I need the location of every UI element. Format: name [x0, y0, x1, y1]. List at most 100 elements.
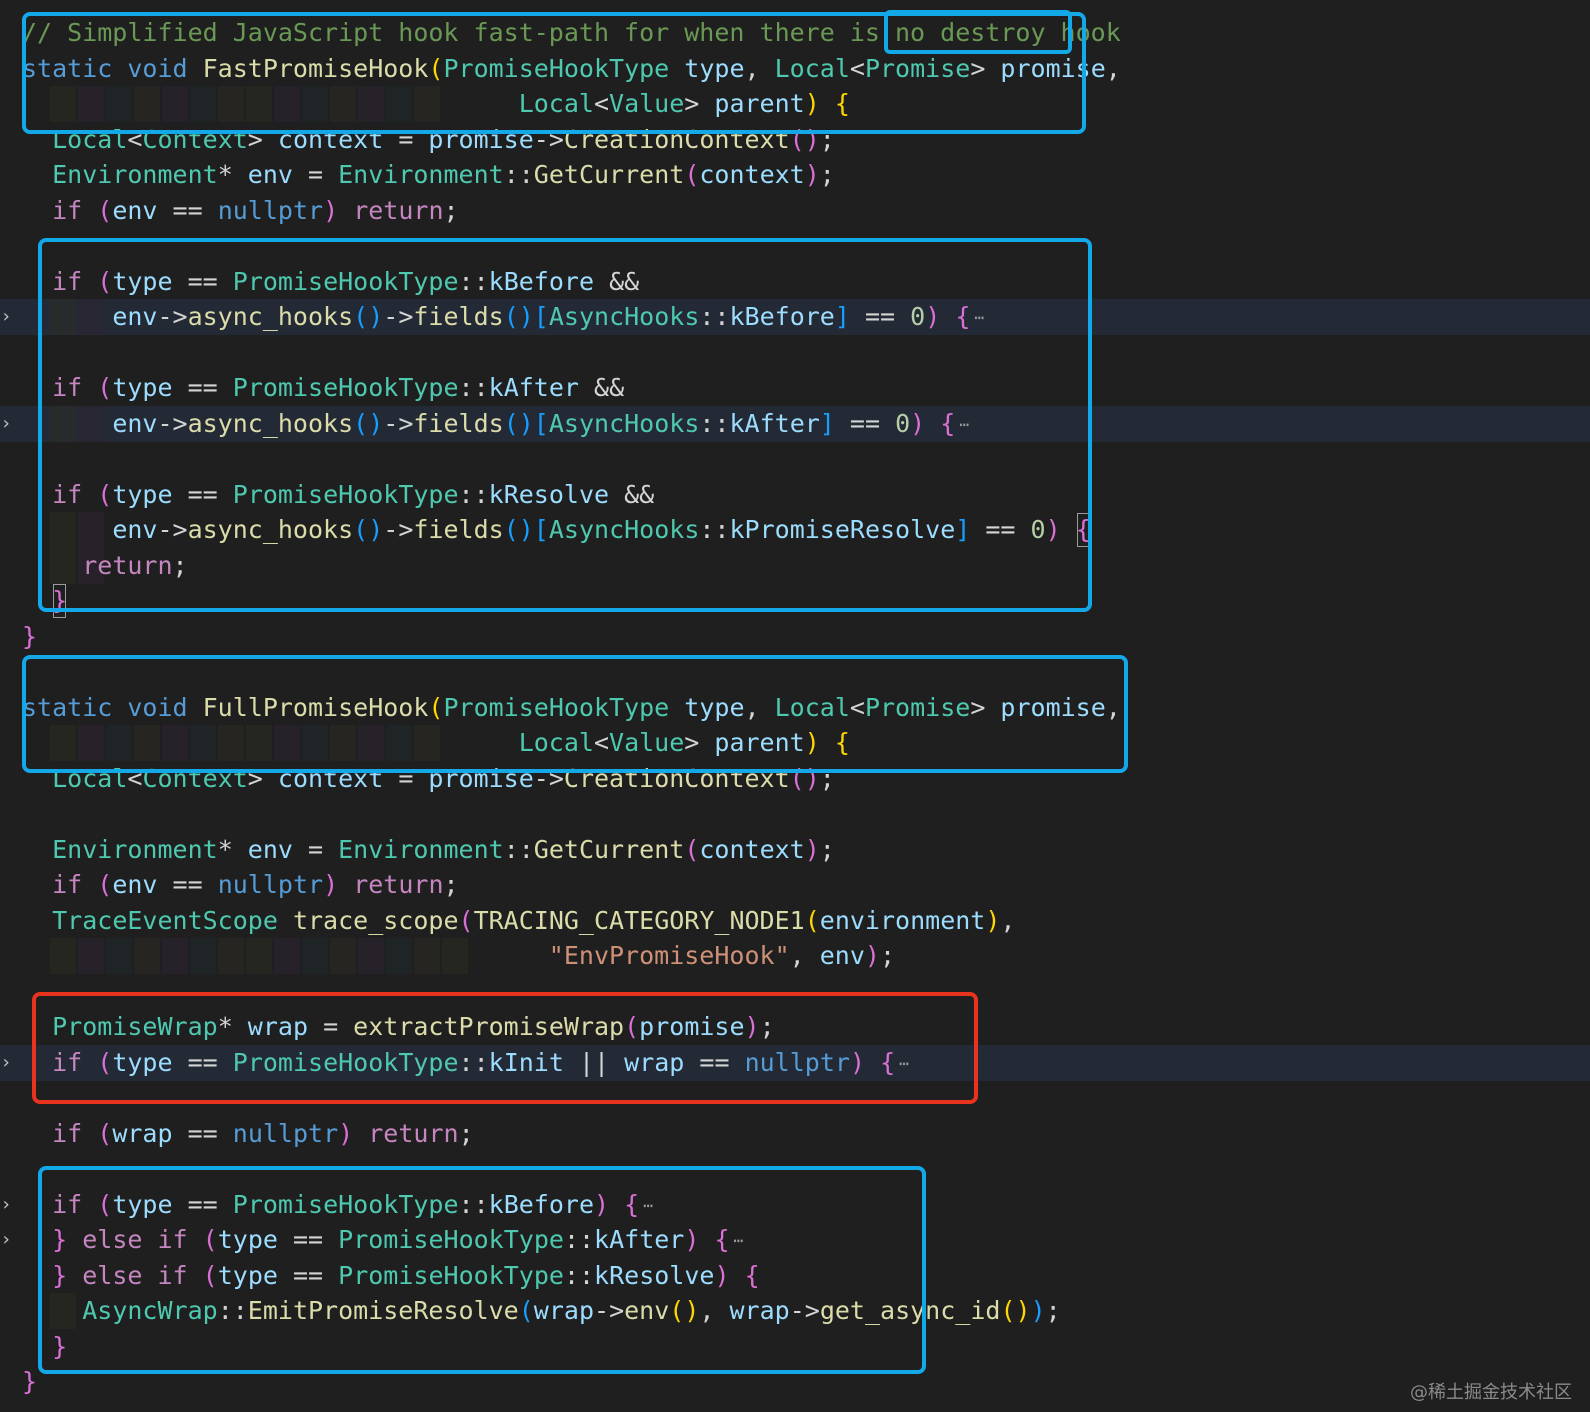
code-token: kPromiseResolve: [729, 515, 956, 544]
fold-chevron-icon[interactable]: ›: [0, 1187, 12, 1223]
code-line[interactable]: Environment* env = Environment::GetCurre…: [0, 157, 1590, 193]
code-token: ==: [684, 1047, 745, 1077]
code-line-comment[interactable]: // Simplified JavaScript hook fast-path …: [0, 15, 1590, 51]
code-text: if (wrap == nullptr) return;: [22, 1116, 474, 1152]
code-line[interactable]: return;: [0, 547, 1590, 584]
code-token: (): [353, 302, 384, 331]
code-token: Value: [609, 89, 685, 118]
code-line-full-sig2[interactable]: Local<Value> parent) {: [0, 725, 1590, 761]
code-line[interactable]: if (env == nullptr) return;: [0, 867, 1590, 903]
folded-ellipsis-icon[interactable]: ⋯: [643, 1188, 653, 1224]
fold-chevron-icon[interactable]: ›: [0, 299, 12, 335]
code-token: nullptr: [744, 1047, 850, 1077]
code-token: Local: [52, 763, 128, 793]
code-line[interactable]: if (type == PromiseHookType::kBefore &&: [0, 264, 1590, 300]
code-line[interactable]: }: [0, 1364, 1590, 1400]
code-line[interactable]: if (type == PromiseHookType::kAfter &&: [0, 370, 1590, 406]
code-line[interactable]: Environment* env = Environment::GetCurre…: [0, 832, 1590, 868]
code-line-folded[interactable]: › env->async_hooks()->fields()[AsyncHook…: [0, 405, 1590, 443]
code-text: }: [22, 1329, 67, 1365]
code-line-blank[interactable]: [0, 441, 1590, 477]
code-line-folded[interactable]: › } else if (type == PromiseHookType::kA…: [0, 1222, 1590, 1258]
code-text: }: [22, 583, 67, 619]
code-token: promise: [428, 124, 534, 154]
code-line-blank[interactable]: [0, 335, 1590, 371]
code-line-fast-sig2[interactable]: Local<Value> parent) {: [0, 86, 1590, 122]
code-token: env: [112, 302, 158, 331]
code-line[interactable]: "EnvPromiseHook", env);: [0, 938, 1590, 974]
code-token: (): [353, 408, 384, 438]
code-token: ;: [1045, 1296, 1061, 1325]
code-token: ::: [217, 1296, 248, 1325]
code-token: PromiseHookType: [338, 1260, 564, 1290]
code-text: if (type == PromiseHookType::kAfter &&: [22, 370, 624, 406]
code-token: ): [804, 89, 820, 118]
code-token: ==: [172, 266, 233, 296]
code-line[interactable]: }: [0, 583, 1590, 619]
code-line-blank[interactable]: [0, 1151, 1590, 1187]
code-line-fast-sig[interactable]: static void FastPromiseHook(PromiseHookT…: [0, 51, 1590, 87]
code-token: AsyncHooks: [548, 515, 700, 544]
code-token: nullptr: [217, 195, 324, 225]
code-token: =: [383, 124, 429, 154]
code-token: env: [112, 870, 158, 899]
code-token: ::: [699, 515, 730, 544]
code-token: fields: [413, 302, 504, 331]
code-line[interactable]: }: [0, 619, 1590, 655]
code-line-folded[interactable]: › if (type == PromiseHookType::kInit || …: [0, 1044, 1590, 1082]
code-token: PromiseWrap: [52, 1012, 218, 1041]
code-line[interactable]: } else if (type == PromiseHookType::kRes…: [0, 1258, 1590, 1294]
code-line-full-sig[interactable]: static void FullPromiseHook(PromiseHookT…: [0, 690, 1590, 726]
code-line-blank[interactable]: [0, 1080, 1590, 1116]
code-token: (: [97, 1118, 113, 1148]
code-line[interactable]: if (type == PromiseHookType::kResolve &&: [0, 477, 1590, 513]
code-line[interactable]: if (wrap == nullptr) return;: [0, 1116, 1590, 1152]
code-line[interactable]: TraceEventScope trace_scope(TRACING_CATE…: [0, 903, 1590, 939]
folded-ellipsis-icon[interactable]: ⋯: [974, 300, 984, 336]
code-line[interactable]: Local<Context> context = promise->Creati…: [0, 761, 1590, 797]
code-text: }: [22, 619, 37, 655]
code-line[interactable]: Local<Context> context = promise->Creati…: [0, 122, 1590, 158]
code-line[interactable]: env->async_hooks()->fields()[AsyncHooks:…: [0, 512, 1590, 548]
code-text: // Simplified JavaScript hook fast-path …: [22, 15, 1121, 51]
code-line-folded[interactable]: › if (type == PromiseHookType::kBefore) …: [0, 1187, 1590, 1223]
code-text: } else if (type == PromiseHookType::kAft…: [22, 1222, 743, 1259]
code-line-blank[interactable]: [0, 654, 1590, 690]
fold-chevron-icon[interactable]: ›: [0, 406, 12, 442]
fold-chevron-icon[interactable]: ›: [0, 1222, 12, 1258]
code-token: Environment: [52, 160, 218, 189]
folded-ellipsis-icon[interactable]: ⋯: [734, 1223, 744, 1259]
folded-ellipsis-icon[interactable]: ⋯: [959, 407, 969, 443]
fold-chevron-icon[interactable]: ›: [0, 1045, 12, 1081]
code-line-folded[interactable]: › env->async_hooks()->fields()[AsyncHook…: [0, 299, 1590, 335]
code-token: (: [804, 905, 820, 935]
code-token: ->: [789, 1296, 820, 1325]
code-line[interactable]: PromiseWrap* wrap = extractPromiseWrap(p…: [0, 1009, 1590, 1045]
code-token: (: [97, 195, 113, 225]
code-text: "EnvPromiseHook", env);: [22, 938, 895, 974]
code-token: ==: [277, 1225, 339, 1254]
code-token: ->: [533, 124, 564, 154]
code-line[interactable]: }: [0, 1329, 1590, 1365]
code-line-blank[interactable]: [0, 228, 1590, 264]
code-token: TRACING_CATEGORY_NODE1: [473, 905, 805, 935]
code-token: ): [323, 870, 339, 899]
code-token: PromiseHookType: [232, 373, 459, 402]
code-line[interactable]: AsyncWrap::EmitPromiseResolve(wrap->env(…: [0, 1293, 1590, 1329]
code-editor[interactable]: // Simplified JavaScript hook fast-path …: [0, 0, 1590, 1412]
code-token: type: [112, 1047, 173, 1077]
code-line-blank[interactable]: [0, 974, 1590, 1010]
code-token: (: [518, 1296, 534, 1325]
code-token: ;: [443, 195, 459, 225]
code-line-blank[interactable]: [0, 796, 1590, 832]
code-line[interactable]: if (env == nullptr) return;: [0, 193, 1590, 229]
code-token: FastPromiseHook: [202, 53, 429, 83]
folded-ellipsis-icon[interactable]: ⋯: [899, 1046, 909, 1082]
code-token: (: [202, 1225, 218, 1254]
code-token: FullPromiseHook: [202, 692, 429, 722]
